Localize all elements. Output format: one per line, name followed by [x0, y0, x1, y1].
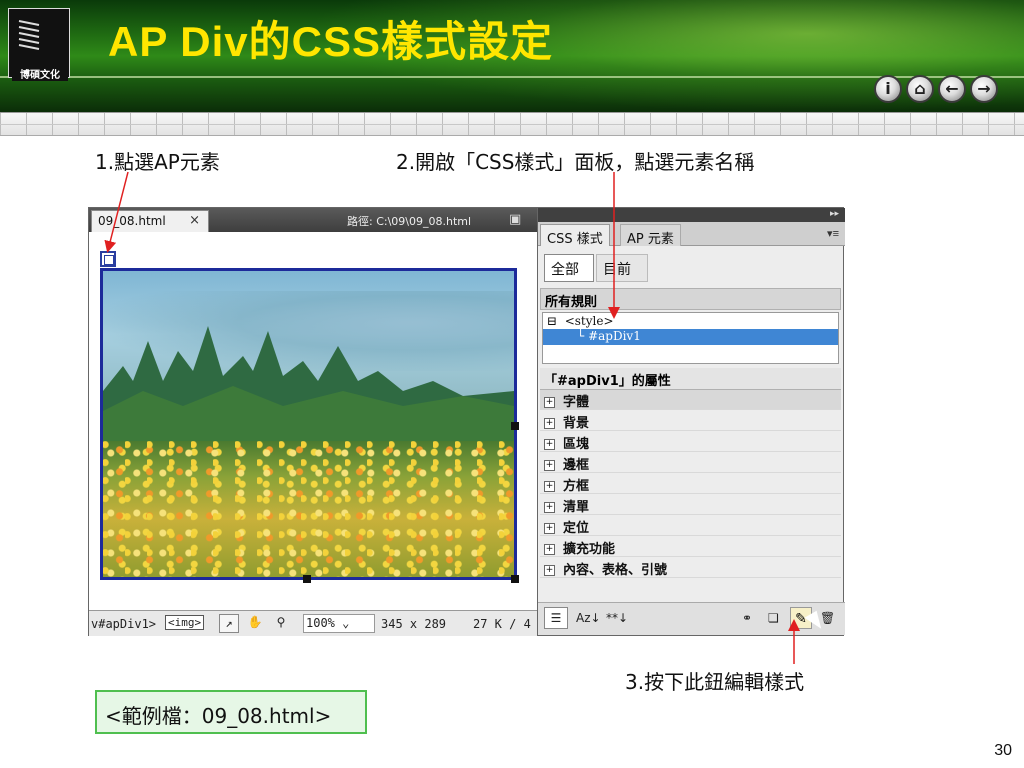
category-label: 邊框 — [563, 458, 590, 473]
expand-icon: + — [544, 397, 555, 408]
category-view-icon[interactable]: ☰ — [544, 607, 568, 629]
header-band: 博碩文化 AP Div的CSS樣式設定 i ⌂ ← → — [0, 0, 1024, 112]
alphabetical-view-button[interactable]: Az↓ — [576, 611, 601, 625]
rule-style-label: <style> — [564, 314, 614, 328]
category-block[interactable]: + 區塊 — [540, 432, 841, 452]
download-size-readout: 27 K / 4 — [473, 617, 531, 631]
ap-element-marker-icon[interactable] — [100, 251, 116, 267]
expand-icon: + — [544, 565, 555, 576]
category-font[interactable]: + 字體 — [540, 390, 841, 410]
rule-apdiv1-selected[interactable]: └ #apDiv1 — [543, 329, 838, 345]
document-tab[interactable]: 09_08.html × — [91, 210, 209, 232]
category-label: 內容、表格、引號 — [563, 563, 668, 578]
callout-step3: 3.按下此鈕編輯樣式 — [625, 670, 805, 694]
document-tabbar: 09_08.html × 路徑: C:\09\09_08.html ▣ — [89, 208, 538, 232]
hand-tool-icon[interactable]: ✋ — [245, 614, 265, 633]
tag-selector-img[interactable]: <img> — [165, 615, 205, 630]
resize-handle-right[interactable] — [511, 422, 519, 430]
category-content-table-quotes[interactable]: + 內容、表格、引號 — [540, 558, 841, 578]
expand-icon: + — [544, 523, 555, 534]
slide-title: AP Div的CSS樣式設定 — [108, 18, 553, 65]
window-size-readout[interactable]: 345 x 289 — [381, 617, 446, 631]
expand-icon: + — [544, 460, 555, 471]
expand-icon: + — [544, 439, 555, 450]
info-nav-button[interactable]: i — [874, 75, 902, 103]
expand-icon: + — [544, 502, 555, 513]
category-label: 擴充功能 — [563, 542, 616, 557]
document-path: 路徑: C:\09\09_08.html — [347, 215, 472, 228]
document-tab-label: 09_08.html — [98, 214, 166, 228]
category-label: 方框 — [563, 479, 590, 494]
example-file-label: <範例檔：09_08.html> — [95, 690, 367, 734]
zoom-value: 100% — [306, 616, 335, 630]
category-list[interactable]: + 清單 — [540, 495, 841, 515]
expand-icon: + — [544, 544, 555, 555]
category-background[interactable]: + 背景 — [540, 411, 841, 431]
collapse-icon[interactable]: ⊟ — [547, 314, 557, 328]
expand-icon: + — [544, 481, 555, 492]
tab-ap-elements[interactable]: AP 元素 — [620, 224, 681, 247]
photo-trees — [103, 326, 514, 451]
close-icon[interactable]: × — [189, 213, 200, 228]
set-properties-view-button[interactable]: **↓ — [606, 611, 628, 625]
panel-collapse-icon[interactable]: ▸▸ — [538, 208, 845, 222]
logo-text: 博碩文化 — [12, 66, 68, 81]
all-rules-header: 所有規則 — [540, 288, 841, 310]
status-bar: v#apDiv1> <img> ↗ ✋ ⚲ 100% ⌄ 345 x 289 2… — [89, 610, 538, 636]
category-box[interactable]: + 方框 — [540, 474, 841, 494]
panel-toolbar: ☰ Az↓ **↓ ⚭ ❏ ✎ 🗑 — [538, 602, 845, 635]
home-nav-button[interactable]: ⌂ — [906, 75, 934, 103]
chevron-down-icon: ⌄ — [342, 616, 350, 630]
callout-step2: 2.開啟「CSS樣式」面板，點選元素名稱 — [396, 150, 755, 174]
resize-handle-bottom[interactable] — [303, 575, 311, 583]
back-nav-button[interactable]: ← — [938, 75, 966, 103]
properties-header: 「#apDiv1」的屬性 — [540, 368, 841, 390]
expand-icon: + — [544, 418, 555, 429]
tree-branch-icon: └ — [577, 329, 585, 343]
publisher-logo: 博碩文化 — [8, 8, 70, 81]
logo-stripes-icon — [18, 20, 40, 50]
delete-rule-icon[interactable]: 🗑 — [820, 611, 835, 625]
category-label: 字體 — [563, 395, 590, 410]
rules-tree: ⊟ <style> └ #apDiv1 — [542, 312, 839, 364]
ap-div-apDiv1[interactable] — [100, 268, 517, 580]
page-number: 30 — [994, 742, 1012, 759]
current-mode-button[interactable]: 目前 — [596, 254, 648, 282]
all-mode-button[interactable]: 全部 — [544, 254, 594, 282]
zoom-select[interactable]: 100% ⌄ — [303, 614, 375, 633]
category-extensions[interactable]: + 擴充功能 — [540, 537, 841, 557]
rule-apdiv1-label: #apDiv1 — [588, 329, 641, 343]
panel-options-menu-icon[interactable]: ▾≡ — [827, 227, 839, 240]
category-positioning[interactable]: + 定位 — [540, 516, 841, 536]
attach-stylesheet-icon[interactable]: ⚭ — [742, 611, 752, 625]
photo-flower-field — [103, 441, 514, 577]
pointer-tool-icon[interactable]: ↗ — [219, 614, 239, 633]
slide: 博碩文化 AP Div的CSS樣式設定 i ⌂ ← → 1.點選AP元素 2.開… — [0, 0, 1024, 768]
tag-selector-apdiv[interactable]: v#apDiv1> — [91, 617, 156, 631]
header-rule — [0, 76, 1024, 78]
document-window: 09_08.html × 路徑: C:\09\09_08.html ▣ v#ap… — [88, 207, 538, 636]
restore-window-icon[interactable]: ▣ — [509, 211, 521, 227]
rule-style-node[interactable]: ⊟ <style> — [547, 314, 614, 328]
forward-nav-button[interactable]: → — [970, 75, 998, 103]
category-label: 背景 — [563, 416, 590, 431]
panel-tabs: CSS 樣式 AP 元素 ▾≡ — [538, 222, 845, 247]
resize-handle-corner[interactable] — [511, 575, 519, 583]
category-label: 區塊 — [563, 437, 590, 452]
css-styles-panel: ▸▸ CSS 樣式 AP 元素 ▾≡ 全部 目前 所有規則 ⊟ <style> … — [537, 207, 845, 636]
new-css-rule-icon[interactable]: ❏ — [768, 611, 779, 625]
callout-step1: 1.點選AP元素 — [95, 150, 220, 174]
design-canvas[interactable] — [89, 232, 538, 610]
category-label: 清單 — [563, 500, 590, 515]
category-border[interactable]: + 邊框 — [540, 453, 841, 473]
zoom-tool-icon[interactable]: ⚲ — [271, 614, 291, 633]
tab-css-styles[interactable]: CSS 樣式 — [540, 224, 610, 247]
ruler-divider — [0, 124, 1024, 125]
category-label: 定位 — [563, 521, 590, 536]
